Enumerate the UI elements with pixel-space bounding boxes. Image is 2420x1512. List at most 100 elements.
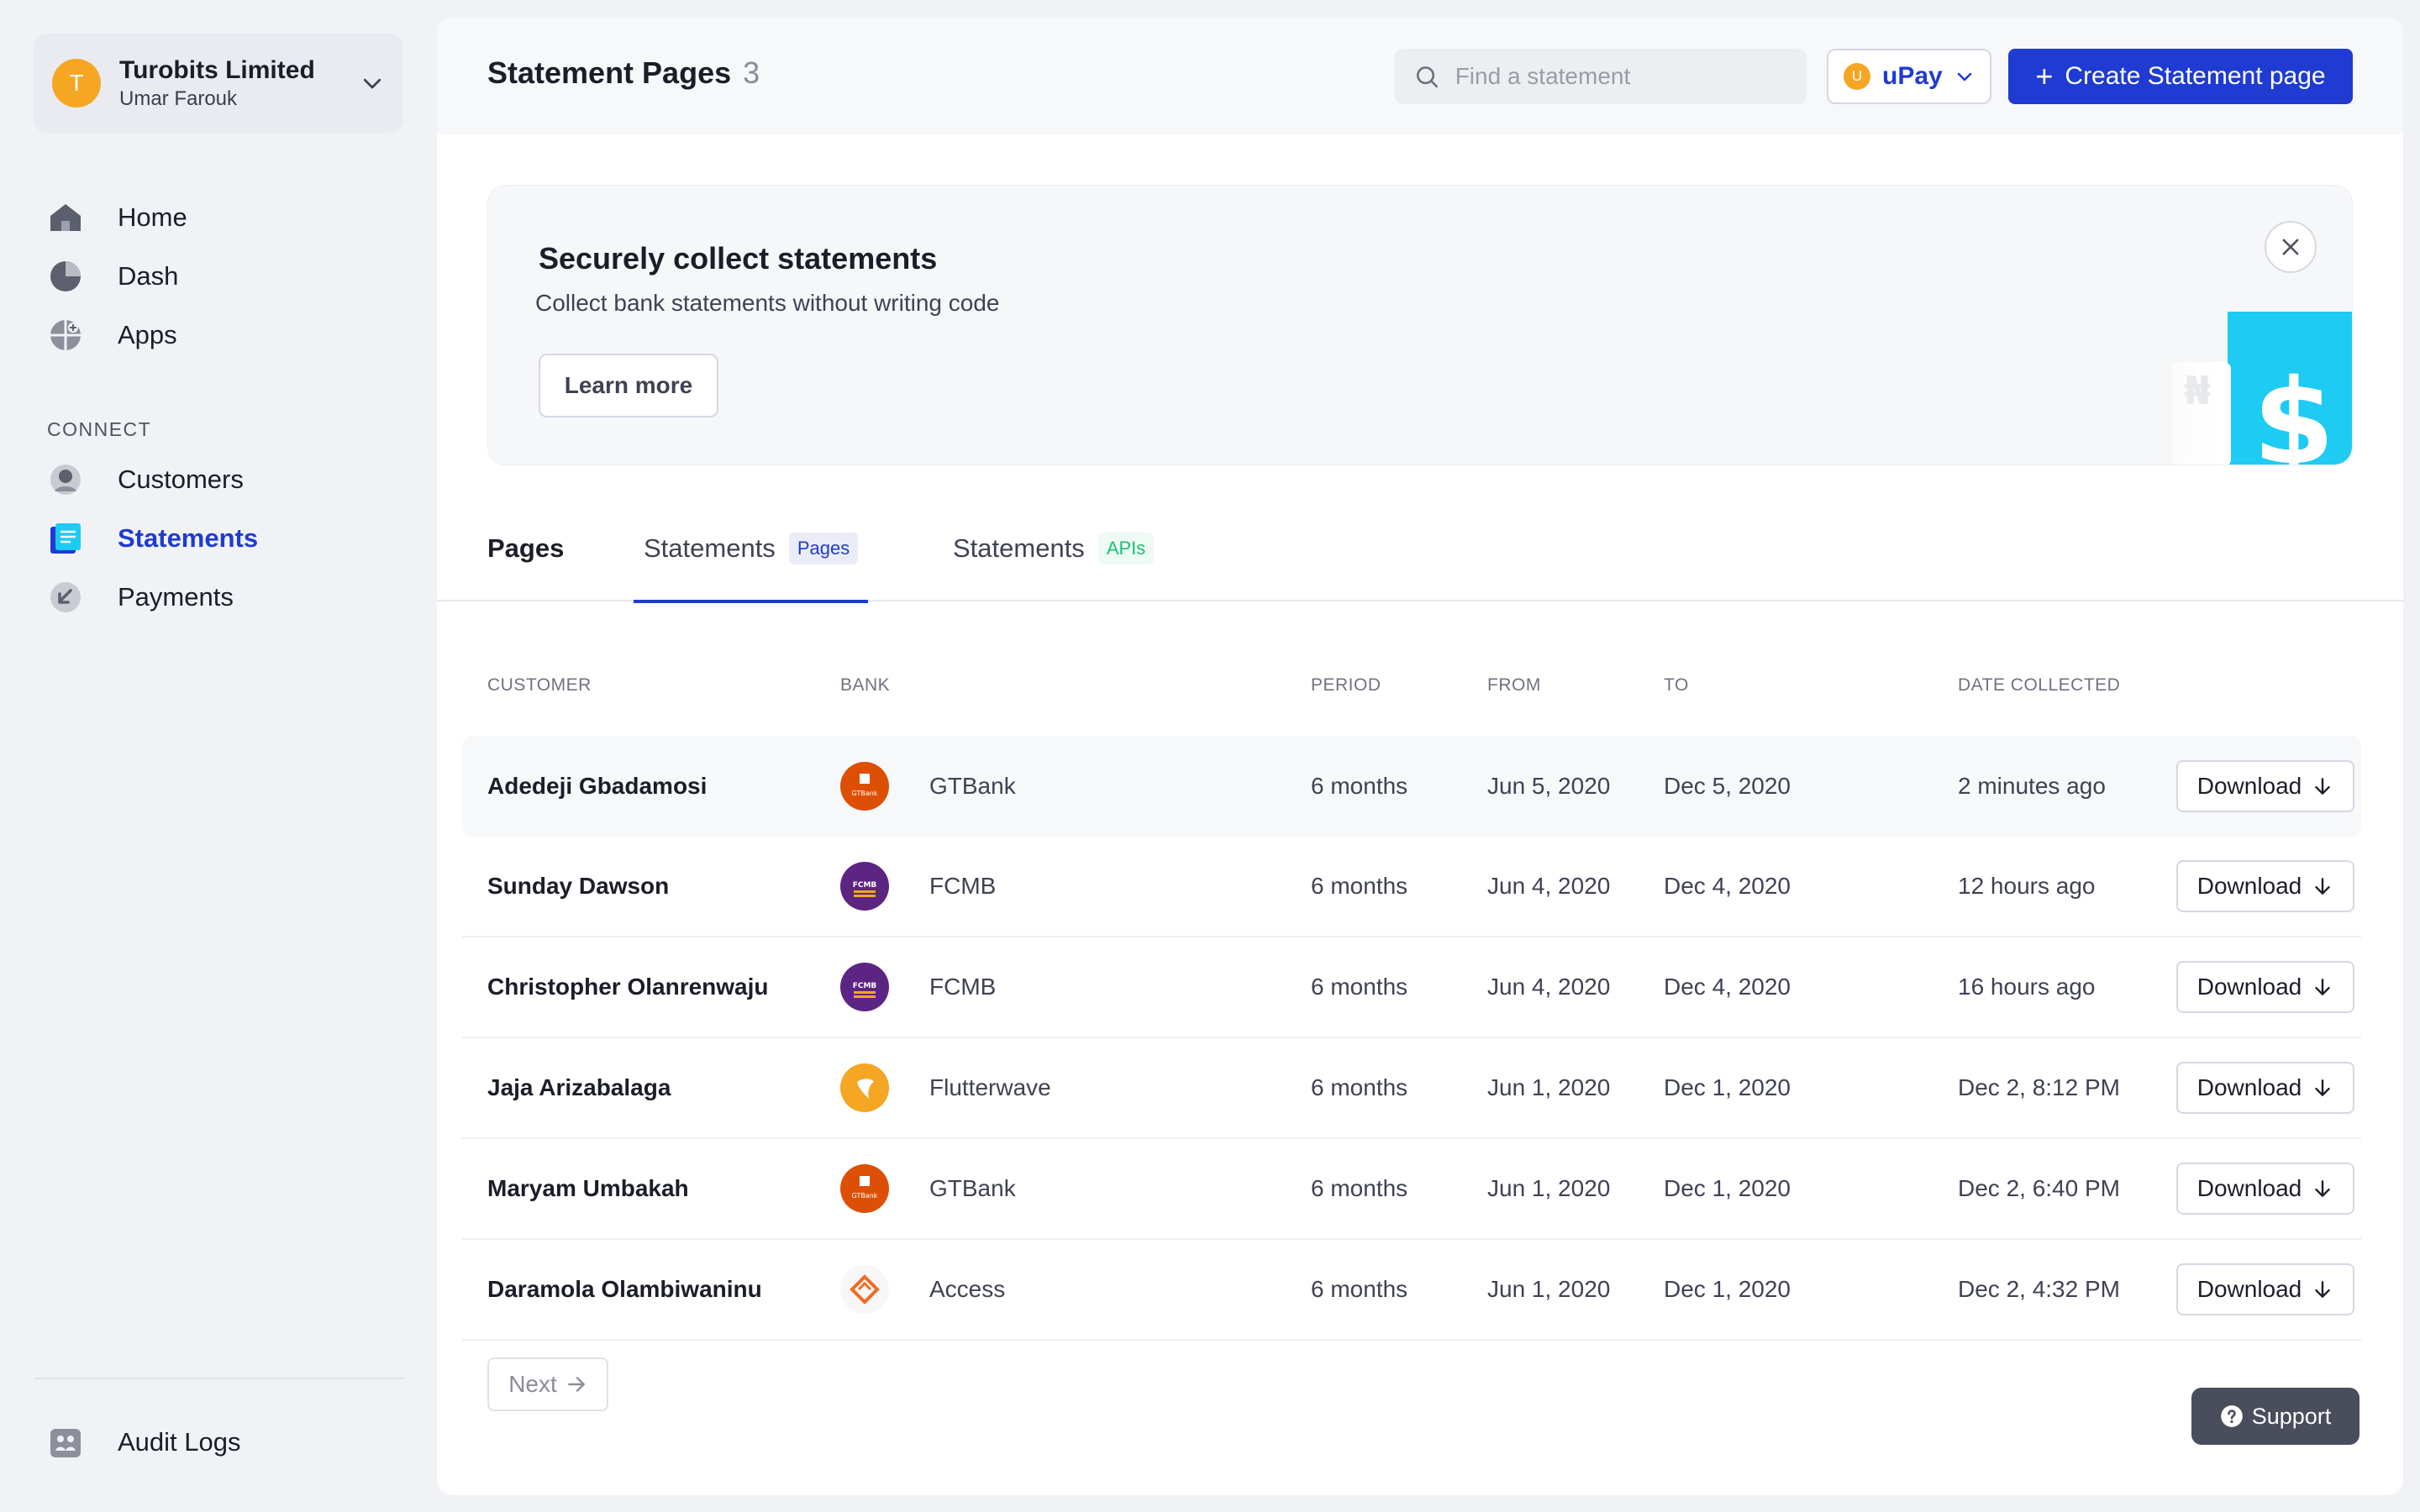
learn-more-button[interactable]: Learn more [539,354,718,417]
arrow-down-icon [2315,778,2331,795]
main-panel: Statement Pages 3 U uPay + Create Stateme… [437,17,2403,1495]
arrow-down-icon [2315,979,2331,995]
sidebar-item-statements[interactable]: Statements [47,509,417,568]
table-row[interactable]: Adedeji Gbadamosi GTBank GTBank 6 months… [462,736,2361,837]
app-avatar: U [1844,63,1870,90]
sidebar-item-dash[interactable]: Dash [47,247,417,306]
create-statement-page-button[interactable]: + Create Statement page [2008,49,2353,104]
cell-customer: Maryam Umbakah [487,1175,689,1201]
cell-from: Jun 1, 2020 [1487,1276,1611,1302]
page-count: 3 [743,55,760,90]
support-label: Support [2251,1403,2332,1429]
gtbank-logo-icon: GTBank [840,762,889,811]
sidebar-item-label: Apps [118,320,177,349]
cell-from: Jun 4, 2020 [1487,873,1611,899]
table-row[interactable]: Sunday Dawson FCMB FCMB 6 months Jun 4, … [462,837,2361,937]
gtbank-logo-text: GTBank [852,790,878,797]
support-button[interactable]: Support [2191,1388,2360,1445]
download-button[interactable]: Download [2176,1263,2354,1315]
next-label: Next [508,1371,557,1397]
sidebar-item-label: Customers [118,465,244,494]
cell-to: Dec 5, 2020 [1664,773,1791,799]
cell-bank: FCMB [929,873,997,899]
tab-badge: APIs [1097,533,1155,564]
search-icon [1416,66,1439,88]
download-button[interactable]: Download [2176,1163,2354,1215]
download-button[interactable]: Download [2176,760,2354,812]
sidebar-item-customers[interactable]: Customers [47,450,417,509]
column-header-period: PERIOD [1311,675,1381,695]
user-icon [50,465,81,495]
cell-date-collected: 2 minutes ago [1958,773,2106,799]
payment-icon [50,582,81,612]
banner-illustration: ₦ $ [2102,286,2352,465]
sidebar-item-label: Statements [118,523,259,553]
cell-period: 6 months [1311,974,1408,1000]
cell-bank: GTBank [929,773,1016,799]
footer-nav: Audit Logs [47,1413,417,1472]
cell-from: Jun 4, 2020 [1487,974,1611,1000]
sidebar-item-label: Payments [118,582,234,612]
sidebar-item-label: Home [118,202,187,232]
tab-statements-apis[interactable]: Statements APIs [953,496,1155,601]
cell-customer: Daramola Olambiwaninu [487,1276,762,1302]
banner-close-button[interactable] [2265,221,2317,273]
table-row[interactable]: Jaja Arizabalaga Flutterwave 6 months Ju… [462,1038,2361,1139]
next-page-button[interactable]: Next [487,1357,608,1411]
audit-icon [50,1429,81,1457]
fcmb-logo-icon: FCMB [840,963,889,1011]
fcmb-logo-text: FCMB [853,881,877,890]
download-label: Download [2196,1175,2302,1201]
cell-to: Dec 1, 2020 [1664,1074,1791,1100]
cell-customer: Jaja Arizabalaga [487,1074,671,1100]
org-name: Turobits Limited [119,56,315,84]
app-selector[interactable]: U uPay [1827,49,1991,104]
gtbank-logo-icon: GTBank [840,1164,889,1213]
sidebar-item-payments[interactable]: Payments [47,568,417,627]
cell-date-collected: Dec 2, 8:12 PM [1958,1074,2120,1100]
tab-label: Statements [644,533,776,563]
download-button[interactable]: Download [2176,961,2354,1013]
gtbank-logo-text: GTBank [852,1192,878,1200]
cell-to: Dec 1, 2020 [1664,1276,1791,1302]
download-button[interactable]: Download [2176,860,2354,912]
tab-bar: Pages Statements Pages Statements APIs [437,496,2403,603]
table-header: CUSTOMER BANK PERIOD FROM TO DATE COLLEC… [462,655,2361,714]
org-text: Turobits Limited Umar Farouk [119,55,360,112]
sidebar-divider [34,1378,403,1379]
table-row[interactable]: Christopher Olanrenwaju FCMB FCMB 6 mont… [462,937,2361,1038]
pie-chart-icon [50,261,81,291]
arrow-down-icon [2315,1180,2331,1197]
sidebar-item-apps[interactable]: Apps [47,306,417,365]
tab-label: Pages [487,533,565,563]
main-nav: Home Dash Apps [47,188,417,365]
sidebar-item-audit-logs[interactable]: Audit Logs [47,1413,417,1472]
tab-pages[interactable]: Pages [487,496,564,601]
search-box [1395,49,1807,104]
cell-customer: Sunday Dawson [487,873,670,899]
nav-section-label: CONNECT [47,418,152,440]
tab-badge: Pages [788,533,859,564]
cell-from: Jun 1, 2020 [1487,1175,1611,1201]
column-header-from: FROM [1487,675,1541,695]
cell-customer: Adedeji Gbadamosi [487,773,708,799]
download-label: Download [2196,974,2302,1000]
cell-date-collected: 16 hours ago [1958,974,2096,1000]
fcmb-logo-icon: FCMB [840,862,889,911]
table-row[interactable]: Daramola Olambiwaninu Access 6 months Ju… [462,1240,2361,1341]
table-row[interactable]: Maryam Umbakah GTBank GTBank 6 months Ju… [462,1139,2361,1240]
tab-statements-pages[interactable]: Statements Pages [633,496,869,603]
svg-text:$: $ [2253,354,2334,465]
column-header-bank: BANK [840,675,891,695]
cell-period: 6 months [1311,1175,1408,1201]
cell-to: Dec 4, 2020 [1664,873,1791,899]
cell-date-collected: 12 hours ago [1958,873,2096,899]
fcmb-logo-text: FCMB [853,982,877,990]
org-switcher[interactable]: T Turobits Limited Umar Farouk [34,34,403,133]
sidebar-item-home[interactable]: Home [47,188,417,247]
banner-subtitle: Collect bank statements without writing … [535,290,1000,316]
download-button[interactable]: Download [2176,1062,2354,1114]
sidebar-item-label: Audit Logs [118,1427,241,1457]
page-title-text: Statement Pages [487,55,732,90]
search-input[interactable] [1455,63,1788,90]
